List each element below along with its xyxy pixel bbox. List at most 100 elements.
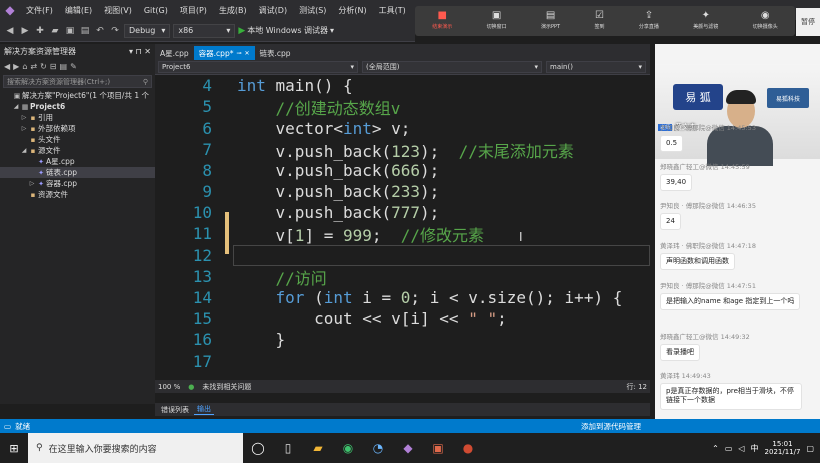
beauty-filter-button[interactable]: ✦ 美颜与滤镜 [693,10,718,30]
chat-message: 尹知良 · 傅那院@微信 14:45:53 0.5 [660,122,756,153]
open-folder-icon[interactable]: ▰ [49,26,61,36]
menu-test[interactable]: 测试(S) [293,5,332,16]
task-view-icon[interactable]: ◯ [243,433,273,463]
expand-arrow-icon[interactable]: ◢ [12,103,20,110]
expand-arrow-icon[interactable]: ▷ [20,125,28,132]
menu-project[interactable]: 项目(P) [174,5,213,16]
tab-output[interactable]: 输出 [194,404,214,415]
tree-item[interactable]: ▪ 头文件 [0,134,155,145]
tab-linkedlist[interactable]: 链表.cpp [255,46,296,60]
code-text: for (int i = 0; i < v.size(); i++) { [275,288,623,308]
tab-astar[interactable]: A星.cpp [155,46,194,60]
file-icon: ▪ [30,146,36,155]
collapse-icon[interactable]: ⊟ [50,62,57,71]
new-item-icon[interactable]: ✚ [34,26,46,36]
volume-icon[interactable]: ◁ [738,444,744,453]
file-explorer-icon[interactable]: ▰ [303,433,333,463]
expand-arrow-icon[interactable]: ▷ [28,180,36,187]
close-icon[interactable]: ✕ [244,50,249,57]
tab-label: 链表.cpp [259,48,291,58]
switch-window-button[interactable]: ▣ 切换窗口 [487,10,507,30]
live-app-icon[interactable]: ▣ [423,433,453,463]
search-app-icon[interactable]: ◔ [363,433,393,463]
expand-arrow-icon[interactable]: ◢ [20,147,28,154]
windows-start-icon[interactable]: ⊞ [0,433,28,463]
menu-tools[interactable]: 工具(T) [373,5,412,16]
tree-item[interactable]: ✦ 链表.cpp [0,167,155,178]
save-all-icon[interactable]: ▤ [79,26,91,36]
tree-item[interactable]: ◢ ▦ Project6 [0,101,155,112]
tab-container[interactable]: 容器.cpp* ⊸ ✕ [193,46,255,60]
switch-window-label: 切换窗口 [486,24,507,30]
tree-item[interactable]: ▷ ▪ 引用 [0,112,155,123]
forward-icon[interactable]: ▶ [13,62,19,71]
menu-view[interactable]: 视图(V) [98,5,138,16]
show-all-icon[interactable]: ▤ [60,62,68,71]
ime-indicator[interactable]: 中 [751,443,759,454]
tab-error-list[interactable]: 错误列表 [158,405,192,415]
scope-select[interactable]: (全局范围) ▾ [362,61,542,73]
platform-select[interactable]: x86 ▾ [173,23,236,38]
menu-analyze[interactable]: 分析(N) [332,5,372,16]
message-bubble: 0.5 [660,135,684,153]
presenter-hair [726,90,756,104]
back-icon[interactable]: ◀ [4,26,16,36]
tree-item[interactable]: ▪ 资源文件 [0,189,155,200]
switch-camera-button[interactable]: ◉ 切换摄像头 [753,10,778,30]
function-select[interactable]: main() ▾ [546,61,646,73]
run-debugger-button[interactable]: ▶ 本地 Windows 调试器 ▾ [238,25,334,36]
taskbar-search-input[interactable]: ⚲ 在这里输入你要搜索的内容 [28,433,243,463]
zoom-level[interactable]: 100 % [158,383,180,391]
message-bubble: 声明函数和调用函数 [660,253,735,271]
task-switch-icon[interactable]: ▯ [273,433,303,463]
present-ppt-button[interactable]: ▤ 演示PPT [541,10,560,30]
solution-search-input[interactable]: 搜索解决方案资源管理器(Ctrl+;) ⚲ [3,75,152,88]
menu-debug[interactable]: 调试(D) [253,5,293,16]
function-value: main() [550,63,573,71]
line-number: 14 [192,288,212,308]
network-icon[interactable]: ▭ [725,444,733,453]
visual-studio-icon[interactable]: ◆ [393,433,423,463]
menu-edit[interactable]: 编辑(E) [59,5,98,16]
end-presentation-button[interactable]: ■ 结束演示 [432,10,452,30]
menu-build[interactable]: 生成(B) [213,5,253,16]
expand-arrow-icon[interactable]: ▷ [20,114,28,121]
forward-icon[interactable]: ▶ [19,26,31,36]
windows-taskbar: ⊞ ⚲ 在这里输入你要搜索的内容 ◯ ▯ ▰ ◉ ◔ ◆ ▣ ● ⌃ ▭ ◁ 中… [0,433,820,463]
undo-icon[interactable]: ↶ [94,26,106,36]
share-live-button[interactable]: ⇪ 分享直播 [639,10,659,30]
chevron-down-icon: ▾ [638,63,642,71]
chrome-icon[interactable]: ◉ [333,433,363,463]
row-indicator: 行: 12 [626,382,648,391]
pin-icon[interactable]: ⊸ [236,50,241,57]
config-select[interactable]: Debug ▾ [124,23,171,38]
project-select[interactable]: Project6 ▾ [158,61,358,73]
tree-item[interactable]: ▷ ✦ 容器.cpp [0,178,155,189]
back-icon[interactable]: ◀ [4,62,10,71]
panel-controls[interactable]: ▾ ⊓ ✕ [129,47,151,56]
menu-git[interactable]: Git(G) [138,6,174,15]
wrench-icon[interactable]: ✎ [70,62,77,71]
tree-item[interactable]: ◢ ▪ 源文件 [0,145,155,156]
powerpoint-icon[interactable]: ● [453,433,483,463]
code-editor[interactable]: 4 int main() { 5 //创建动态数组v 6 vector<int>… [155,75,650,380]
sync-icon[interactable]: ⇄ [30,62,37,71]
tree-item[interactable]: ▷ ▪ 外部依赖项 [0,123,155,134]
notifications-icon[interactable]: ▢ [806,444,814,453]
tree-item[interactable]: ✦ A星.cpp [0,156,155,167]
source-control-button[interactable]: 添加到源代码管理 [581,421,641,432]
code-text: v[1] = 999; //修改元素 [237,225,485,245]
pause-button[interactable]: 暂停 [796,8,820,36]
code-text: //创建动态数组v [275,98,401,118]
menu-file[interactable]: 文件(F) [20,5,59,16]
tree-item[interactable]: ▣ 解决方案"Project6"(1 个项目/共 1 个 [0,90,155,101]
chevron-up-icon[interactable]: ⌃ [712,444,719,453]
home-icon[interactable]: ⌂ [22,62,27,71]
save-icon[interactable]: ▣ [64,26,76,36]
toolbar: ◀ ▶ ✚ ▰ ▣ ▤ ↶ ↷ Debug ▾ x86 ▾ ▶ 本地 Windows … [0,20,415,42]
clock[interactable]: 15:01 2021/11/7 [765,440,801,457]
refresh-icon[interactable]: ↻ [40,62,47,71]
redo-icon[interactable]: ↷ [109,26,121,36]
message-meta: 尹知良 · 傅那院@微信 14:45:53 [660,124,756,132]
check-in-button[interactable]: ☑ 签到 [594,10,604,30]
